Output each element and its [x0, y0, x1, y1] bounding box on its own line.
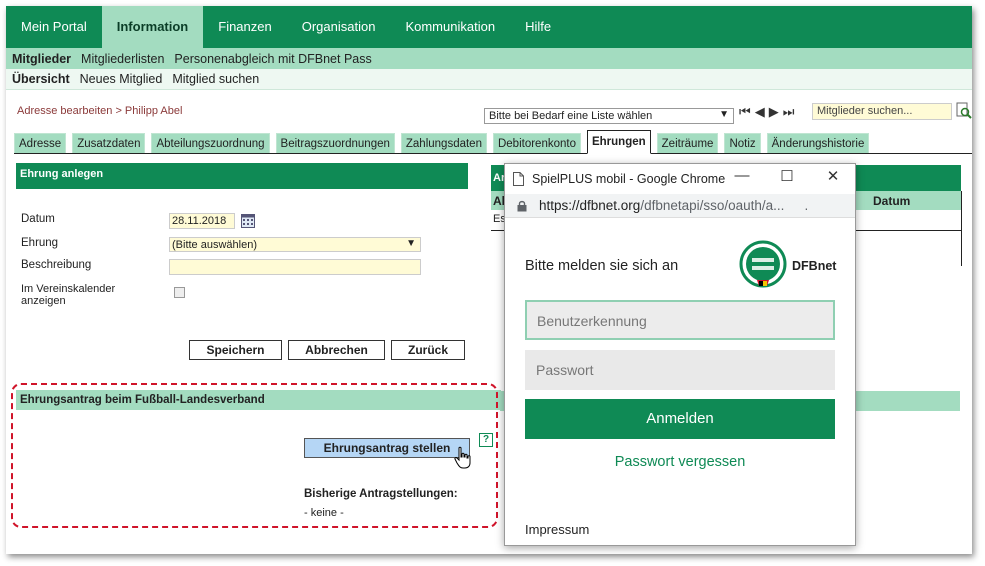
- lock-icon: [517, 200, 527, 212]
- tab-notiz[interactable]: Notiz: [724, 133, 761, 153]
- tab-zeitraeume[interactable]: Zeiträume: [656, 133, 719, 153]
- tab-abteilungszuordnung[interactable]: Abteilungszuordnung: [151, 133, 270, 153]
- login-button[interactable]: Anmelden: [525, 399, 835, 439]
- nav-organisation[interactable]: Organisation: [287, 6, 391, 48]
- password-input[interactable]: Passwort: [525, 350, 835, 390]
- honor-label: Ehrung: [21, 237, 59, 249]
- login-popup-window: SpielPLUS mobil - Google Chrome — ☐ ✕ ht…: [504, 163, 856, 546]
- date-field[interactable]: 28.11.2018: [169, 213, 235, 229]
- tab-aenderungshistorie[interactable]: Änderungshistorie: [766, 133, 870, 153]
- login-title: Bitte melden sie sich an: [525, 258, 679, 274]
- record-pager: ⏮ ◀ ▶ ⏭: [739, 104, 794, 120]
- honor-select[interactable]: (Bitte auswählen) ▼: [169, 237, 421, 252]
- username-input[interactable]: Benutzerkennung: [525, 300, 835, 340]
- nav-information[interactable]: Information: [101, 6, 204, 48]
- url-path: /dfbnetapi/sso/oauth/a...: [640, 198, 785, 213]
- first-record-icon[interactable]: ⏮: [739, 104, 751, 120]
- calendar-label: Im Vereinskalender anzeigen: [21, 283, 116, 307]
- tab-debitorenkonto[interactable]: Debitorenkonto: [492, 133, 581, 153]
- login-form: Bitte melden sie sich an DFBnet Benutzer…: [505, 218, 855, 546]
- back-button[interactable]: Zurück: [391, 340, 465, 360]
- breadcrumb[interactable]: Adresse bearbeiten > Philipp Abel: [17, 105, 182, 117]
- dropdown-arrow-icon: ▼: [406, 238, 416, 249]
- cancel-button[interactable]: Abbrechen: [288, 340, 385, 360]
- date-label: Datum: [21, 213, 55, 225]
- url-host: https://dfbnet.org: [539, 198, 641, 213]
- toolbar: Adresse bearbeiten > Philipp Abel Bitte …: [6, 102, 972, 126]
- top-navigation: Mein Portal Information Finanzen Organis…: [6, 6, 972, 48]
- nav-finanzen[interactable]: Finanzen: [203, 6, 286, 48]
- imprint-link[interactable]: Impressum: [525, 522, 589, 537]
- url-end: .: [804, 198, 809, 213]
- next-record-icon[interactable]: ▶: [769, 104, 779, 120]
- subnav-mitglied-suchen[interactable]: Mitglied suchen: [172, 72, 259, 86]
- description-field[interactable]: [169, 259, 421, 275]
- member-search-input[interactable]: Mitglieder suchen...: [812, 103, 952, 120]
- nav-kommunikation[interactable]: Kommunikation: [390, 6, 510, 48]
- tab-zahlungsdaten[interactable]: Zahlungsdaten: [400, 133, 487, 153]
- tab-zusatzdaten[interactable]: Zusatzdaten: [72, 133, 146, 153]
- honor-select-value: (Bitte auswählen): [172, 239, 257, 251]
- subnav-uebersicht[interactable]: Übersicht: [12, 72, 70, 86]
- forgot-password-link[interactable]: Passwort vergessen: [505, 454, 855, 470]
- tab-ehrungen[interactable]: Ehrungen: [586, 130, 651, 154]
- address-bar[interactable]: https://dfbnet.org/dfbnetapi/sso/oauth/a…: [505, 194, 855, 218]
- help-icon[interactable]: ?: [479, 433, 493, 447]
- description-label: Beschreibung: [21, 259, 92, 271]
- list-select[interactable]: Bitte bei Bedarf eine Liste wählen ▼: [484, 108, 734, 124]
- calendar-icon[interactable]: [241, 214, 255, 228]
- last-record-icon[interactable]: ⏭: [783, 104, 795, 120]
- popup-title-bar[interactable]: SpielPLUS mobil - Google Chrome — ☐ ✕: [505, 164, 855, 194]
- close-icon[interactable]: ✕: [818, 167, 848, 185]
- previous-applications-label: Bisherige Antragstellungen:: [304, 488, 458, 500]
- honor-form-header: Ehrung anlegen: [16, 163, 468, 189]
- subnav-neues-mitglied[interactable]: Neues Mitglied: [80, 72, 163, 86]
- secondary-sub-navigation: Übersicht Neues Mitglied Mitglied suchen: [6, 69, 972, 90]
- previous-applications-value: - keine -: [304, 507, 344, 519]
- url-text: https://dfbnet.org/dfbnetapi/sso/oauth/a…: [539, 198, 808, 213]
- subnav-mitgliederlisten[interactable]: Mitgliederlisten: [81, 52, 164, 66]
- subnav-personenabgleich[interactable]: Personenabgleich mit DFBnet Pass: [174, 52, 371, 66]
- column-date[interactable]: Datum: [873, 194, 910, 208]
- tab-bar: Adresse Zusatzdaten Abteilungszuordnung …: [14, 130, 972, 154]
- nav-hilfe[interactable]: Hilfe: [510, 6, 566, 48]
- tab-adresse[interactable]: Adresse: [14, 133, 67, 153]
- dfb-logo-icon: [739, 240, 787, 288]
- brand-text: DFBnet: [792, 259, 837, 273]
- maximize-icon[interactable]: ☐: [772, 167, 802, 185]
- list-select-value: Bitte bei Bedarf eine Liste wählen: [489, 110, 653, 122]
- submit-application-button[interactable]: Ehrungsantrag stellen: [304, 438, 470, 458]
- search-icon[interactable]: [956, 102, 972, 120]
- hand-cursor-icon: [454, 446, 471, 469]
- minimize-icon[interactable]: —: [727, 167, 757, 184]
- right-panel-border: [961, 191, 962, 266]
- tab-beitragszuordnungen[interactable]: Beitragszuordnungen: [275, 133, 395, 153]
- sub-navigation: Mitglieder Mitgliederlisten Personenabgl…: [6, 48, 972, 69]
- nav-mein-portal[interactable]: Mein Portal: [6, 6, 102, 48]
- dropdown-arrow-icon: ▼: [719, 109, 729, 120]
- calendar-checkbox[interactable]: [174, 287, 185, 298]
- popup-title: SpielPLUS mobil - Google Chrome: [532, 172, 726, 186]
- page-icon: [513, 172, 524, 186]
- previous-record-icon[interactable]: ◀: [755, 104, 765, 120]
- save-button[interactable]: Speichern: [189, 340, 282, 360]
- subnav-mitglieder[interactable]: Mitglieder: [12, 52, 71, 66]
